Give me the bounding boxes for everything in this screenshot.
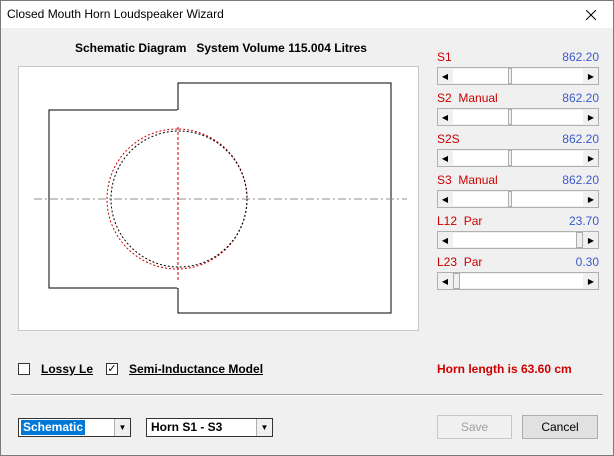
s2-scrollbar[interactable]: ◀ ▶ [437,108,599,126]
s2s-scrollbar[interactable]: ◀ ▶ [437,149,599,167]
param-label: S2S [437,132,460,146]
scroll-track[interactable] [453,109,583,125]
rear-chamber-outline [177,82,392,314]
s3-scrollbar[interactable]: ◀ ▶ [437,190,599,208]
scroll-left-icon[interactable]: ◀ [438,232,452,248]
cancel-button[interactable]: Cancel [522,415,598,439]
param-label: S2 Manual [437,91,498,105]
view-select-value: Schematic [21,420,86,435]
s1-scrollbar[interactable]: ◀ ▶ [437,67,599,85]
param-value: 0.30 [575,255,599,269]
chevron-down-icon[interactable]: ▼ [114,419,130,436]
horn-schematic-drawing [34,82,407,314]
wizard-window: Closed Mouth Horn Loudspeaker Wizard Sch… [0,0,614,456]
semi-inductance-checkbox[interactable]: ✓ [106,363,118,375]
scroll-thumb[interactable] [576,232,583,248]
lossy-le-label[interactable]: Lossy Le [41,362,93,376]
scroll-left-icon[interactable]: ◀ [438,191,452,207]
scroll-track[interactable] [453,273,583,289]
close-button[interactable] [575,4,607,26]
param-value: 862.20 [562,173,599,187]
scroll-thumb[interactable] [453,273,460,289]
horn-section-value: Horn S1 - S3 [151,420,223,434]
horn-section-select[interactable]: Horn S1 - S3 ▼ [146,418,273,437]
scroll-thumb[interactable] [508,68,512,84]
scroll-track[interactable] [453,68,583,84]
schematic-diagram [18,66,419,331]
save-button[interactable]: Save [437,415,512,439]
scroll-right-icon[interactable]: ▶ [584,68,598,84]
scroll-right-icon[interactable]: ▶ [584,232,598,248]
diagram-title: Schematic Diagram System Volume 115.004 … [75,41,367,55]
lossy-le-option[interactable]: Lossy Le [18,362,93,376]
scroll-left-icon[interactable]: ◀ [438,150,452,166]
scroll-left-icon[interactable]: ◀ [438,109,452,125]
separator [11,394,603,396]
scroll-thumb[interactable] [508,191,512,207]
scroll-right-icon[interactable]: ▶ [584,150,598,166]
param-value: 862.20 [562,91,599,105]
semi-inductance-label[interactable]: Semi-Inductance Model [129,362,263,376]
l23-scrollbar[interactable]: ◀ ▶ [437,272,599,290]
scroll-track[interactable] [453,191,583,207]
scroll-thumb[interactable] [508,109,512,125]
title-bar: Closed Mouth Horn Loudspeaker Wizard [1,1,613,28]
semi-inductance-option[interactable]: ✓ Semi-Inductance Model [106,362,263,376]
scroll-right-icon[interactable]: ▶ [584,191,598,207]
scroll-left-icon[interactable]: ◀ [438,273,452,289]
param-label: L23 Par [437,255,483,269]
scroll-left-icon[interactable]: ◀ [438,68,452,84]
param-label: S3 Manual [437,173,498,187]
l12-scrollbar[interactable]: ◀ ▶ [437,231,599,249]
scroll-track[interactable] [453,232,583,248]
param-value: 23.70 [568,214,599,228]
scroll-track[interactable] [453,150,583,166]
scroll-right-icon[interactable]: ▶ [584,273,598,289]
close-icon [586,10,596,20]
check-icon: ✓ [107,363,117,375]
param-value: 862.20 [562,50,599,64]
horn-length-readout: Horn length is 63.60 cm [437,362,572,376]
param-value: 862.20 [562,132,599,146]
param-label: S1 [437,50,452,64]
scroll-thumb[interactable] [508,150,512,166]
window-title: Closed Mouth Horn Loudspeaker Wizard [7,7,224,21]
view-select[interactable]: Schematic ▼ [18,418,131,437]
param-label: L12 Par [437,214,483,228]
scroll-right-icon[interactable]: ▶ [584,109,598,125]
lossy-le-checkbox[interactable] [18,363,30,375]
chevron-down-icon[interactable]: ▼ [256,419,272,436]
